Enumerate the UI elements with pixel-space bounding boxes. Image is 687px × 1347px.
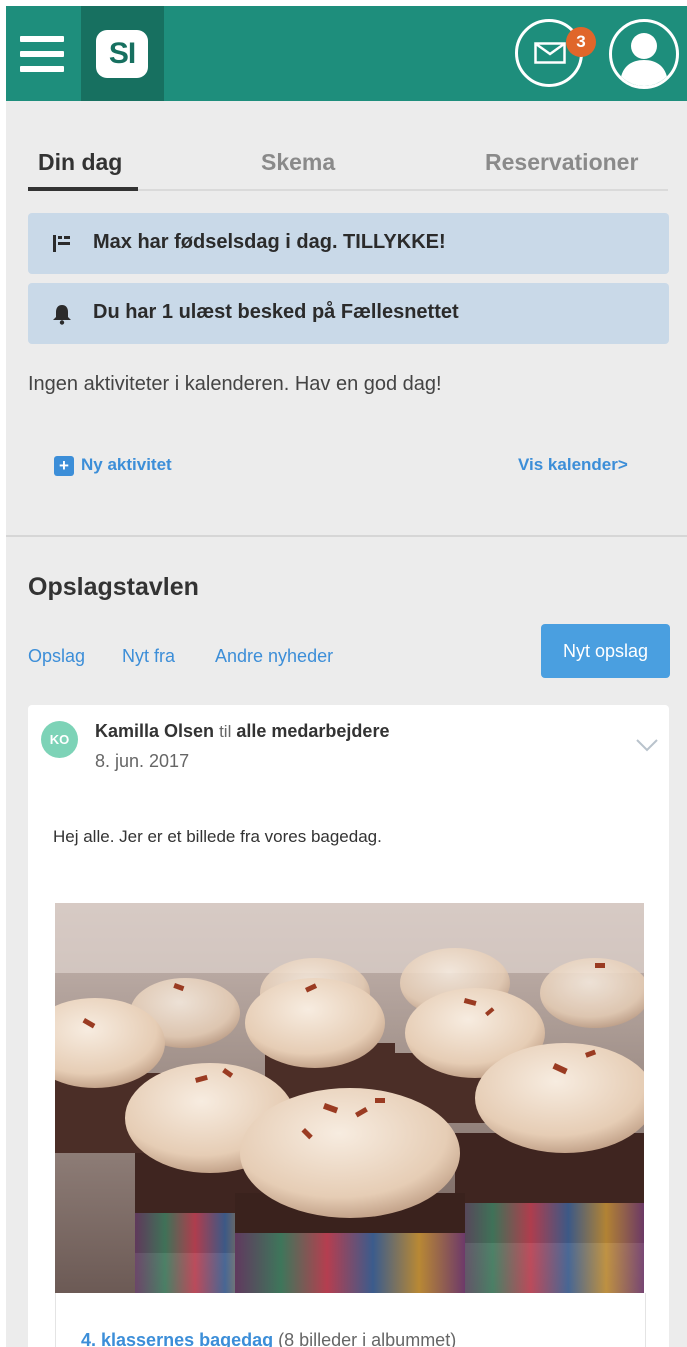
notice-text: Du har 1 ulæst besked på Fællesnettet (93, 301, 459, 323)
profile-avatar[interactable] (609, 19, 679, 89)
day-panel: Din dag Skema Reservationer Max har føds… (6, 101, 687, 531)
filter-opslag[interactable]: Opslag (28, 646, 85, 667)
filter-nyt-fra[interactable]: Nyt fra (122, 646, 175, 667)
album-line: 4. klassernes bagedag (8 billeder i albu… (81, 1330, 456, 1347)
app-frame: SI 3 Din dag Skema Reservationer Max har… (6, 6, 687, 1347)
plus-icon: + (54, 456, 74, 476)
app-logo: SI (96, 30, 148, 78)
flag-icon (53, 235, 70, 252)
active-tab-indicator (28, 187, 138, 191)
post-author[interactable]: Kamilla Olsen (95, 721, 214, 741)
post-date: 8. jun. 2017 (95, 751, 190, 771)
post-image[interactable] (55, 903, 644, 1293)
album-link[interactable]: 4. klassernes bagedag (81, 1330, 273, 1347)
post-audience: alle medarbejdere (236, 721, 390, 741)
board-title: Opslagstavlen (28, 573, 199, 601)
tab-skema[interactable]: Skema (261, 149, 335, 176)
author-avatar: KO (41, 721, 78, 758)
post-card: KO Kamilla Olsen til alle medarbejdere 8… (28, 705, 669, 1347)
user-icon (620, 33, 668, 86)
logo-area[interactable]: SI (81, 6, 164, 101)
tab-reservationer[interactable]: Reservationer (485, 149, 638, 176)
bell-icon (53, 305, 71, 325)
envelope-icon (534, 42, 566, 64)
section-divider (6, 535, 687, 537)
post-author-line: Kamilla Olsen til alle medarbejdere (95, 721, 389, 742)
notice-text: Max har fødselsdag i dag. TILLYKKE! (93, 231, 446, 253)
empty-calendar-message: Ingen aktiviteter i kalenderen. Hav en g… (28, 373, 442, 395)
filter-andre-nyheder[interactable]: Andre nyheder (215, 646, 333, 667)
album-meta: (8 billeder i albummet) (278, 1330, 457, 1347)
album-caption: 4. klassernes bagedag (8 billeder i albu… (55, 1293, 646, 1347)
birthday-notice[interactable]: Max har fødselsdag i dag. TILLYKKE! (28, 213, 669, 274)
logo-text: SI (108, 37, 136, 70)
tab-bar: Din dag Skema Reservationer (28, 149, 668, 191)
cupcakes-photo (55, 903, 644, 1293)
chevron-down-icon[interactable] (636, 739, 658, 753)
post-body: Hej alle. Jer er et billede fra vores ba… (53, 827, 382, 846)
unread-badge: 3 (566, 27, 596, 57)
menu-icon[interactable] (20, 36, 64, 72)
message-notice[interactable]: Du har 1 ulæst besked på Fællesnettet (28, 283, 669, 344)
new-activity-label: Ny aktivitet (81, 455, 172, 474)
new-post-button[interactable]: Nyt opslag (541, 624, 670, 678)
show-calendar-link[interactable]: Vis kalender> (518, 455, 628, 475)
post-to-word: til (219, 722, 232, 741)
tab-din-dag[interactable]: Din dag (38, 149, 122, 176)
top-bar: SI 3 (6, 6, 687, 101)
